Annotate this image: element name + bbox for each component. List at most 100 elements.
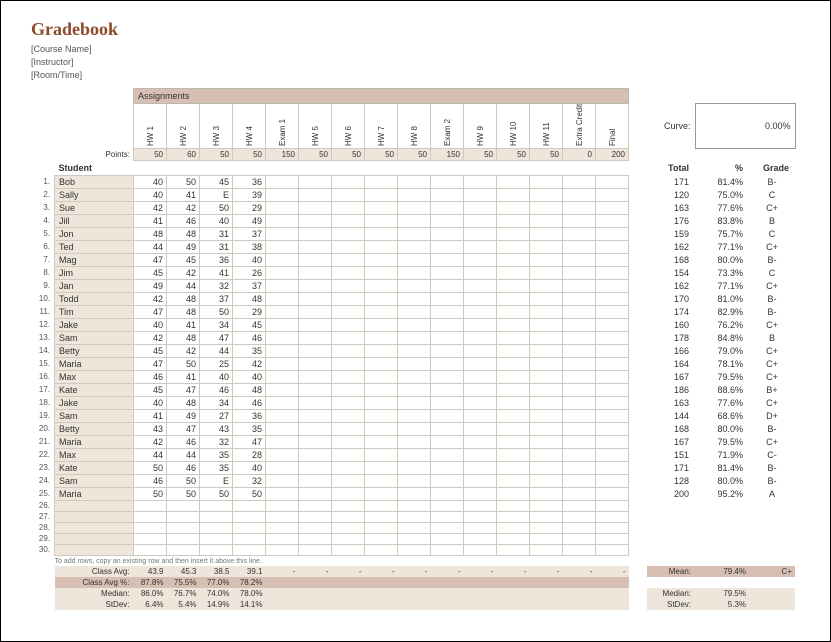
score-cell[interactable] xyxy=(398,448,431,461)
score-cell[interactable] xyxy=(398,383,431,396)
score-cell[interactable] xyxy=(431,422,464,435)
score-cell[interactable] xyxy=(497,511,530,522)
score-cell[interactable] xyxy=(464,175,497,188)
score-cell[interactable] xyxy=(563,533,596,544)
score-cell[interactable] xyxy=(563,240,596,253)
score-cell[interactable] xyxy=(596,357,629,370)
score-cell[interactable]: 27 xyxy=(200,409,233,422)
score-cell[interactable] xyxy=(167,544,200,555)
score-cell[interactable] xyxy=(431,201,464,214)
score-cell[interactable] xyxy=(464,188,497,201)
score-cell[interactable] xyxy=(365,305,398,318)
score-cell[interactable] xyxy=(431,188,464,201)
score-cell[interactable] xyxy=(530,214,563,227)
points-cell[interactable]: 50 xyxy=(464,149,497,161)
score-cell[interactable] xyxy=(398,344,431,357)
score-cell[interactable] xyxy=(563,318,596,331)
score-cell[interactable] xyxy=(398,511,431,522)
score-cell[interactable] xyxy=(530,370,563,383)
score-cell[interactable] xyxy=(299,227,332,240)
score-cell[interactable] xyxy=(365,266,398,279)
score-cell[interactable] xyxy=(464,370,497,383)
score-cell[interactable] xyxy=(266,188,299,201)
score-cell[interactable] xyxy=(134,544,167,555)
score-cell[interactable]: 50 xyxy=(167,487,200,500)
score-cell[interactable]: 31 xyxy=(200,227,233,240)
score-cell[interactable] xyxy=(464,409,497,422)
score-cell[interactable]: 41 xyxy=(134,409,167,422)
score-cell[interactable] xyxy=(332,370,365,383)
score-cell[interactable]: 50 xyxy=(200,201,233,214)
score-cell[interactable] xyxy=(365,511,398,522)
score-cell[interactable] xyxy=(596,409,629,422)
score-cell[interactable] xyxy=(464,279,497,292)
score-cell[interactable] xyxy=(332,292,365,305)
score-cell[interactable]: 43 xyxy=(200,422,233,435)
score-cell[interactable] xyxy=(596,500,629,511)
score-cell[interactable] xyxy=(464,474,497,487)
score-cell[interactable] xyxy=(431,370,464,383)
score-cell[interactable] xyxy=(299,292,332,305)
score-cell[interactable] xyxy=(563,396,596,409)
score-cell[interactable]: 32 xyxy=(200,279,233,292)
student-name[interactable]: Todd xyxy=(55,292,134,305)
score-cell[interactable]: 31 xyxy=(200,240,233,253)
score-cell[interactable] xyxy=(563,305,596,318)
score-cell[interactable]: 35 xyxy=(200,461,233,474)
score-cell[interactable]: 44 xyxy=(134,240,167,253)
score-cell[interactable] xyxy=(464,544,497,555)
student-name[interactable]: Maria xyxy=(55,487,134,500)
score-cell[interactable] xyxy=(299,435,332,448)
curve-value[interactable]: 0.00% xyxy=(695,104,795,149)
score-cell[interactable] xyxy=(431,318,464,331)
score-cell[interactable] xyxy=(431,240,464,253)
score-cell[interactable]: 32 xyxy=(200,435,233,448)
score-cell[interactable] xyxy=(398,240,431,253)
score-cell[interactable] xyxy=(365,448,398,461)
score-cell[interactable] xyxy=(365,544,398,555)
score-cell[interactable] xyxy=(464,511,497,522)
student-name[interactable]: Maria xyxy=(55,435,134,448)
score-cell[interactable] xyxy=(497,292,530,305)
score-cell[interactable] xyxy=(266,461,299,474)
score-cell[interactable] xyxy=(563,500,596,511)
score-cell[interactable] xyxy=(332,533,365,544)
score-cell[interactable] xyxy=(497,396,530,409)
score-cell[interactable] xyxy=(134,511,167,522)
score-cell[interactable] xyxy=(563,201,596,214)
score-cell[interactable] xyxy=(431,227,464,240)
score-cell[interactable] xyxy=(431,487,464,500)
score-cell[interactable] xyxy=(431,305,464,318)
score-cell[interactable] xyxy=(497,370,530,383)
score-cell[interactable] xyxy=(167,522,200,533)
score-cell[interactable] xyxy=(332,500,365,511)
score-cell[interactable] xyxy=(530,511,563,522)
score-cell[interactable] xyxy=(365,522,398,533)
score-cell[interactable] xyxy=(530,357,563,370)
score-cell[interactable] xyxy=(332,409,365,422)
score-cell[interactable]: 29 xyxy=(233,201,266,214)
score-cell[interactable] xyxy=(431,279,464,292)
points-cell[interactable]: 0 xyxy=(563,149,596,161)
student-name[interactable] xyxy=(55,522,134,533)
score-cell[interactable] xyxy=(563,279,596,292)
score-cell[interactable] xyxy=(464,305,497,318)
score-cell[interactable]: 28 xyxy=(233,448,266,461)
score-cell[interactable]: E xyxy=(200,188,233,201)
score-cell[interactable] xyxy=(497,344,530,357)
score-cell[interactable]: 36 xyxy=(200,253,233,266)
score-cell[interactable] xyxy=(464,318,497,331)
score-cell[interactable] xyxy=(200,522,233,533)
student-name[interactable]: Kate xyxy=(55,383,134,396)
score-cell[interactable] xyxy=(398,201,431,214)
score-cell[interactable] xyxy=(365,357,398,370)
score-cell[interactable] xyxy=(497,422,530,435)
score-cell[interactable]: 40 xyxy=(134,318,167,331)
score-cell[interactable]: 41 xyxy=(167,370,200,383)
score-cell[interactable] xyxy=(464,422,497,435)
student-name[interactable]: Jake xyxy=(55,318,134,331)
score-cell[interactable]: 43 xyxy=(134,422,167,435)
score-cell[interactable] xyxy=(530,188,563,201)
score-cell[interactable] xyxy=(266,318,299,331)
score-cell[interactable]: 48 xyxy=(167,305,200,318)
